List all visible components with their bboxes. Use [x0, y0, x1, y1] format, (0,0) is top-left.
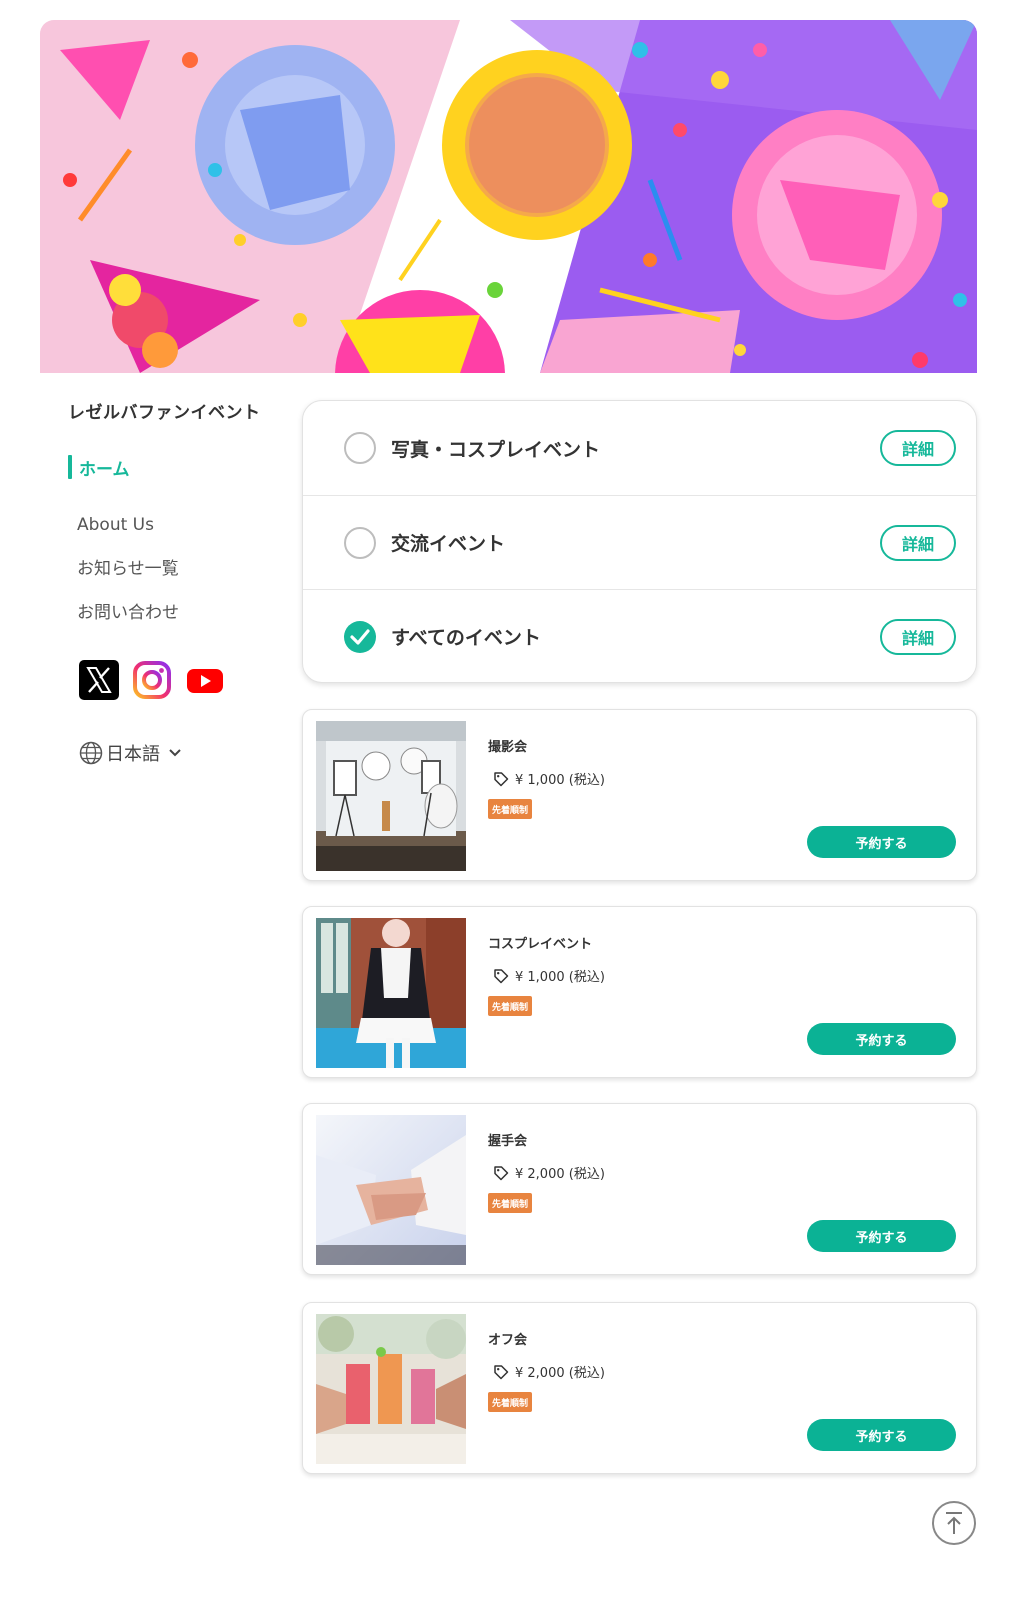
- event-price: ¥ 1,000 (税込): [493, 769, 605, 788]
- price-tag-icon: [494, 771, 509, 786]
- nav-list: About Us お知らせ一覧 お問い合わせ: [77, 514, 288, 646]
- event-card[interactable]: オフ会 ¥ 2,000 (税込) 先着順制 予約する: [302, 1302, 977, 1474]
- event-title: 握手会: [488, 1134, 528, 1149]
- category-label: すべてのイベント: [391, 627, 541, 649]
- category-row-photo-cosplay[interactable]: 写真・コスプレイベント 詳細: [303, 401, 976, 495]
- instagram-icon[interactable]: [132, 660, 172, 700]
- site-brand[interactable]: レゼルバファンイベント: [68, 398, 288, 423]
- first-come-badge: 先着順制: [488, 996, 533, 1016]
- event-card[interactable]: 握手会 ¥ 2,000 (税込) 先着順制 予約する: [302, 1103, 977, 1275]
- radio-checked[interactable]: [344, 620, 376, 653]
- detail-button[interactable]: 詳細: [880, 430, 956, 466]
- price-tag-icon: [494, 1165, 509, 1180]
- youtube-icon[interactable]: [185, 660, 225, 700]
- category-row-exchange[interactable]: 交流イベント 詳細: [303, 495, 976, 589]
- category-filter: 写真・コスプレイベント 詳細 交流イベント 詳細 すべてのイベント 詳細: [302, 400, 977, 683]
- radio-unchecked[interactable]: [344, 432, 376, 464]
- detail-button[interactable]: 詳細: [880, 524, 956, 561]
- nav-item-contact[interactable]: お問い合わせ: [77, 602, 288, 646]
- first-come-badge: 先着順制: [488, 1193, 533, 1213]
- active-indicator: [68, 455, 72, 479]
- category-label: 写真・コスプレイベント: [391, 438, 601, 461]
- category-row-all[interactable]: すべてのイベント 詳細: [303, 589, 976, 683]
- reserve-button[interactable]: 予約する: [807, 826, 956, 858]
- first-come-badge: 先着順制: [488, 799, 533, 819]
- event-title: 撮影会: [488, 740, 528, 755]
- event-title: コスプレイベント: [488, 937, 593, 952]
- event-title: オフ会: [488, 1333, 528, 1348]
- event-thumbnail-drinks: [316, 1314, 466, 1464]
- price-tag-icon: [494, 1364, 509, 1379]
- sidebar: レゼルバファンイベント ホーム About Us お知らせ一覧 お問い合わせ 日…: [68, 398, 288, 766]
- event-thumbnail-handshake: [316, 1115, 466, 1265]
- nav-item-news[interactable]: お知らせ一覧: [77, 558, 288, 602]
- reserve-button[interactable]: 予約する: [807, 1419, 956, 1451]
- price-tag-icon: [494, 968, 509, 983]
- price-text: ¥ 2,000 (税込): [515, 1366, 605, 1381]
- event-card[interactable]: 撮影会 ¥ 1,000 (税込) 先着順制 予約する: [302, 709, 977, 881]
- reserve-button[interactable]: 予約する: [807, 1023, 956, 1055]
- nav-item-about[interactable]: About Us: [77, 514, 288, 558]
- party-banner-image: [40, 20, 977, 373]
- x-icon[interactable]: [79, 660, 119, 700]
- event-price: ¥ 1,000 (税込): [493, 966, 605, 985]
- price-text: ¥ 1,000 (税込): [515, 970, 605, 985]
- hero-banner: [40, 20, 977, 373]
- language-label: 日本語: [106, 744, 160, 765]
- category-label: 交流イベント: [391, 533, 506, 555]
- event-price: ¥ 2,000 (税込): [493, 1362, 605, 1381]
- nav-home-label: ホーム: [79, 459, 130, 480]
- check-icon: [350, 628, 370, 645]
- event-price: ¥ 2,000 (税込): [493, 1163, 605, 1182]
- back-to-top-button[interactable]: [932, 1501, 976, 1545]
- event-card[interactable]: コスプレイベント ¥ 1,000 (税込) 先着順制 予約する: [302, 906, 977, 1078]
- chevron-down-icon: [169, 749, 181, 757]
- globe-icon: [79, 741, 103, 765]
- radio-unchecked[interactable]: [344, 526, 376, 559]
- social-links: [79, 660, 288, 700]
- detail-button[interactable]: 詳細: [880, 618, 956, 655]
- event-thumbnail-photo-session: [316, 721, 466, 871]
- nav-item-home[interactable]: ホーム: [68, 455, 288, 480]
- first-come-badge: 先着順制: [488, 1392, 533, 1412]
- price-text: ¥ 1,000 (税込): [515, 773, 605, 788]
- arrow-up-icon: [946, 1512, 962, 1534]
- event-thumbnail-cosplay: [316, 918, 466, 1068]
- price-text: ¥ 2,000 (税込): [515, 1167, 605, 1182]
- reserve-button[interactable]: 予約する: [807, 1220, 956, 1252]
- language-selector[interactable]: 日本語: [79, 740, 288, 766]
